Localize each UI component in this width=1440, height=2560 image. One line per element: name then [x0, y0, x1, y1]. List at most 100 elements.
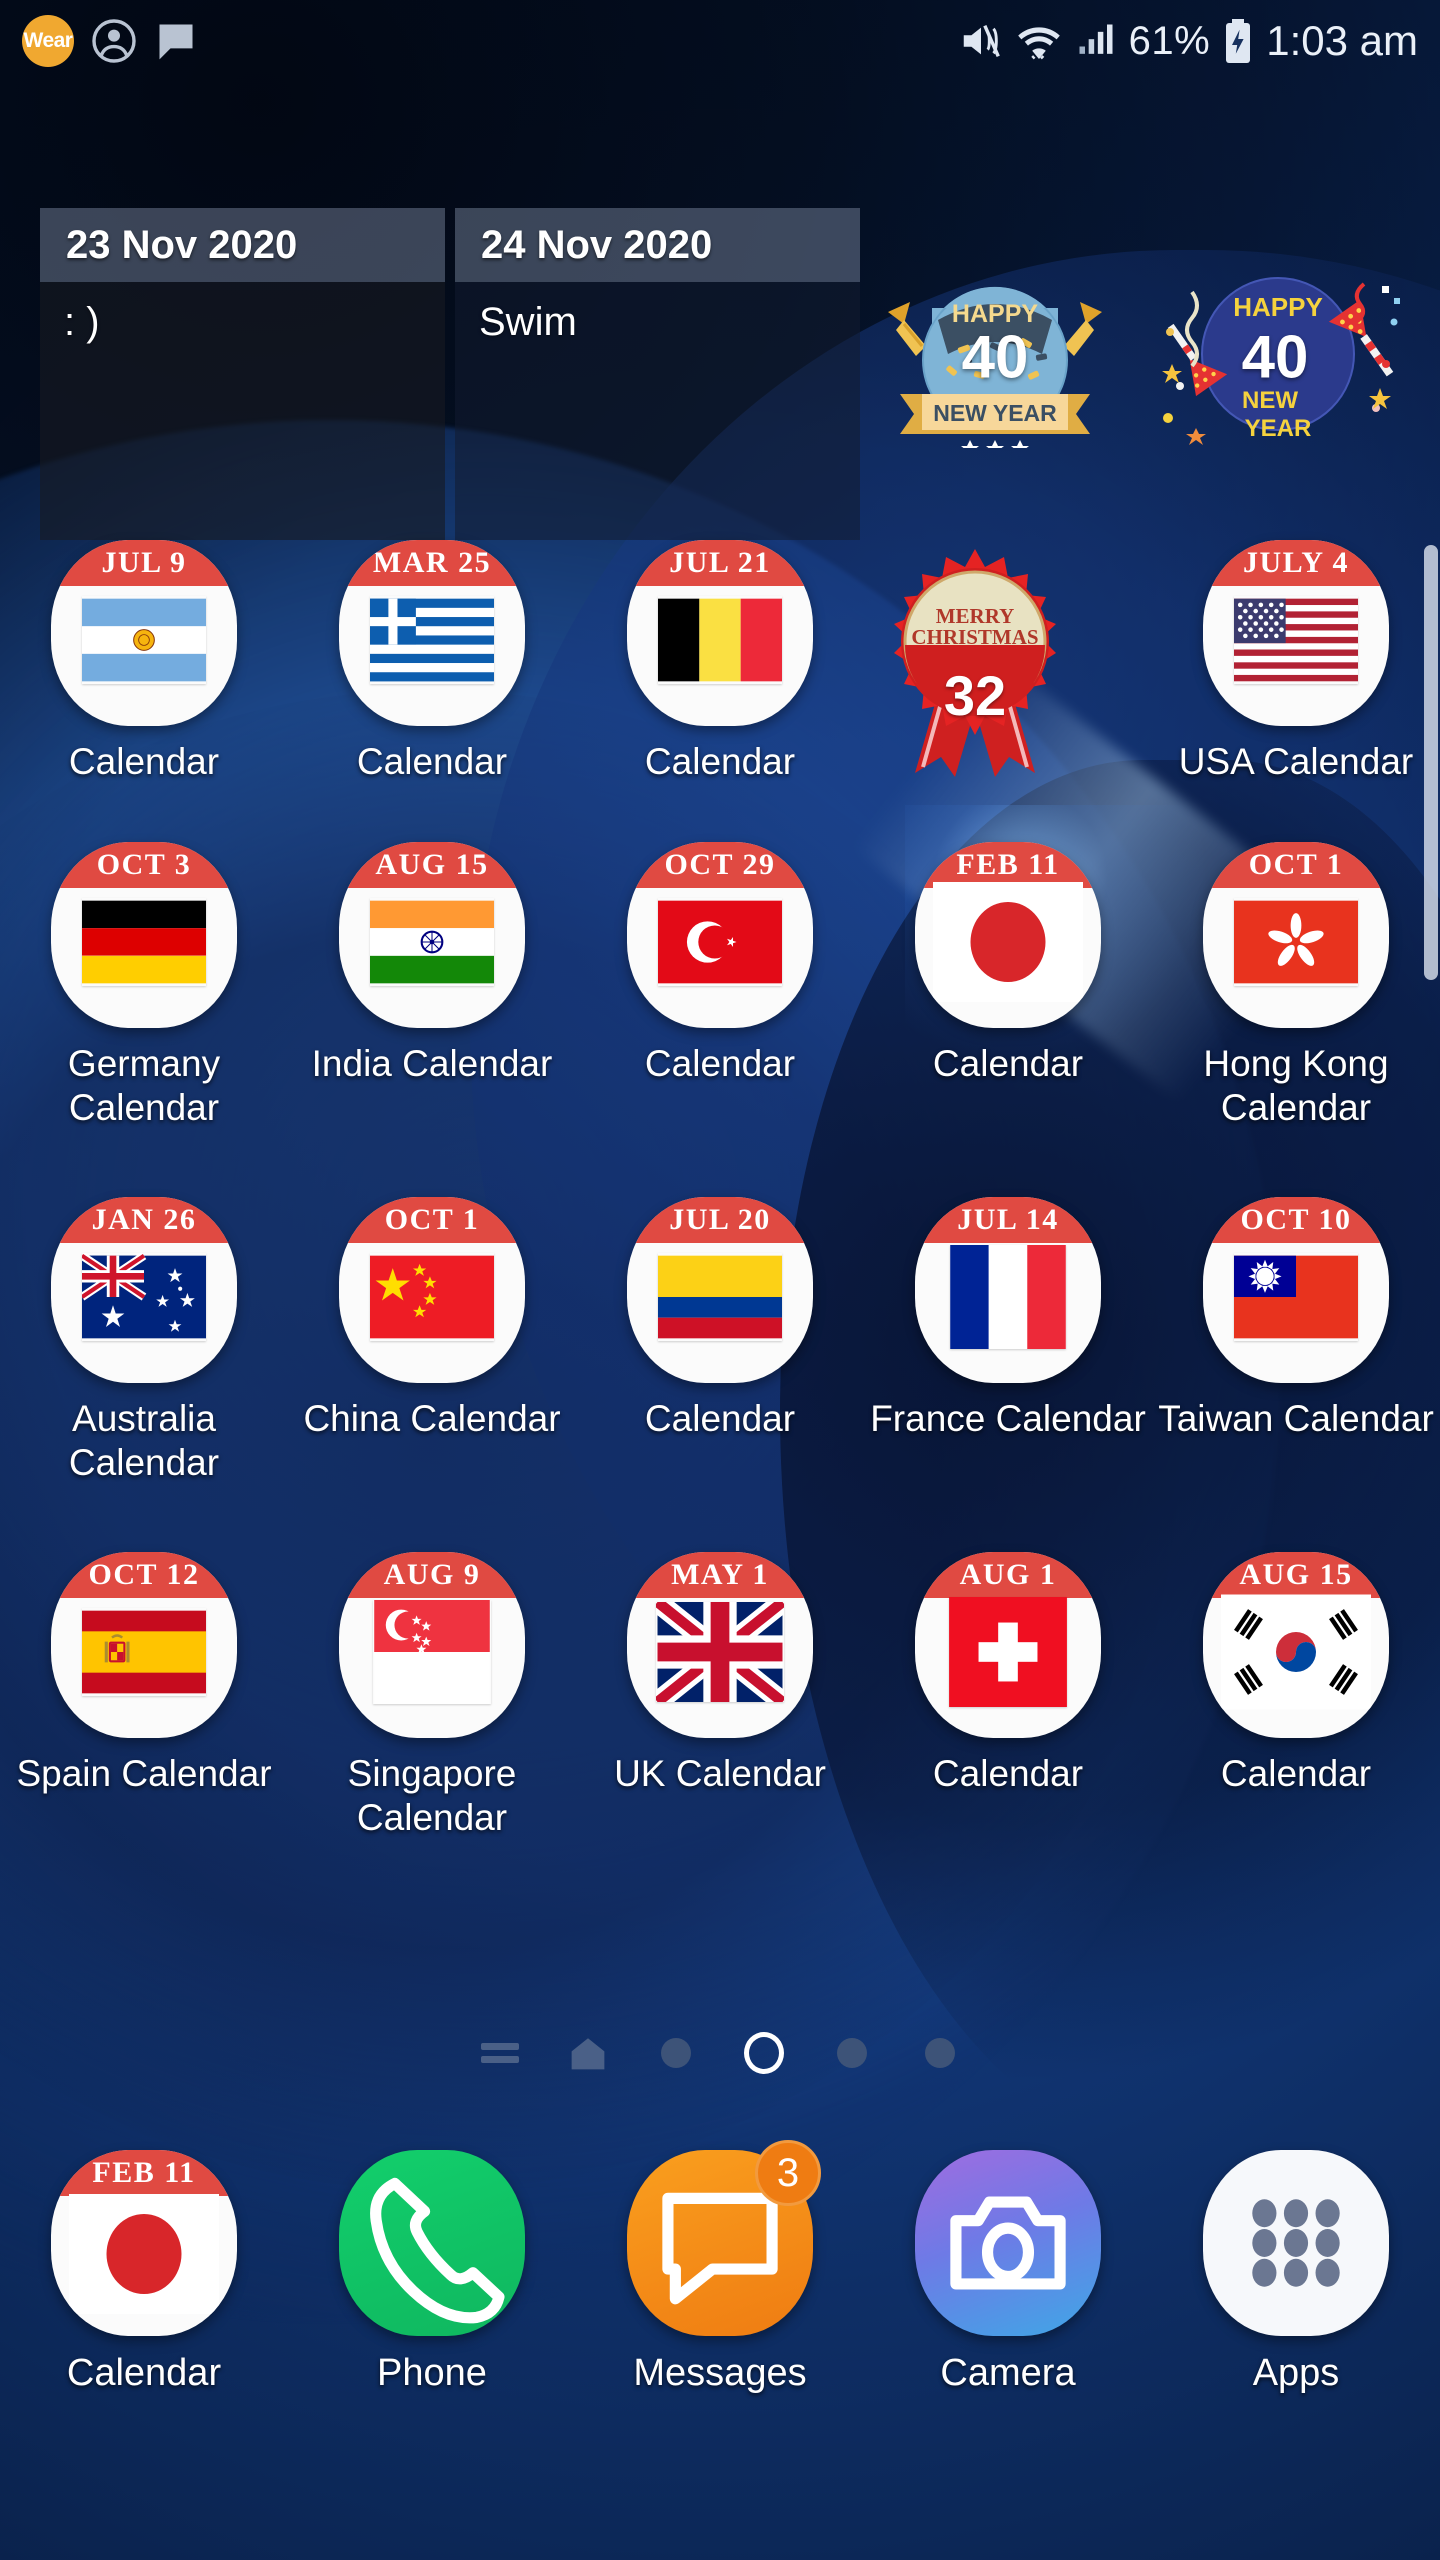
flag-japan-icon — [69, 2194, 219, 2315]
calendar-icon[interactable]: AUG 9 — [339, 1552, 525, 1738]
calendar-icon[interactable]: JUL 9 — [51, 540, 237, 726]
calendar-icon[interactable]: JAN 26 — [51, 1197, 237, 1383]
dock-item-phone[interactable]: Phone — [288, 2150, 576, 2395]
app-icon-taiwan-calendar[interactable]: OCT 10 Taiwan Calendar — [1152, 1197, 1440, 1552]
flag-argentina-icon — [82, 596, 206, 684]
flag-switzerland-icon — [949, 1597, 1067, 1708]
page-dot-current[interactable] — [744, 2032, 784, 2074]
calendar-icon[interactable]: OCT 1 — [339, 1197, 525, 1383]
page-dot-3[interactable] — [832, 2033, 872, 2073]
status-bar[interactable]: Wear 61% 1:03 am — [0, 0, 1440, 82]
app-label: UK Calendar — [614, 1753, 826, 1794]
messages-icon[interactable]: 3 — [627, 2140, 821, 2336]
calendar-icon[interactable]: FEB 11 — [915, 842, 1101, 1028]
note-widget-2[interactable]: 24 Nov 2020 Swim — [455, 208, 860, 540]
flag-greece-icon — [370, 596, 494, 684]
happy-new-year-confetti-widget[interactable]: HAPPY NEW YEAR 40 — [1150, 268, 1400, 453]
app-label: Calendar — [1220, 1753, 1372, 1794]
flag-taiwan-icon — [1234, 1253, 1358, 1341]
page-scrollbar[interactable] — [1424, 545, 1438, 980]
app-icon-usa-calendar[interactable]: JULY 4 USA Calendar — [1152, 540, 1440, 842]
calendar-date: AUG 15 — [1239, 1558, 1353, 1591]
calendar-icon[interactable]: AUG 1 — [915, 1552, 1101, 1738]
note-widget-2-body[interactable]: Swim — [455, 282, 860, 540]
app-label: Singapore Calendar — [347, 1753, 517, 1838]
flag-belgium-icon — [658, 596, 782, 684]
calendar-icon[interactable]: AUG 15 — [339, 842, 525, 1028]
app-icon-uk-calendar[interactable]: MAY 1 UK Calendar — [576, 1552, 864, 1907]
dock-item-calendar[interactable]: FEB 11 Calendar — [0, 2150, 288, 2395]
app-icon-colombia-calendar[interactable]: JUL 20 Calendar — [576, 1197, 864, 1552]
messages-badge-count: 3 — [755, 2140, 821, 2206]
note-widget-2-date: 24 Nov 2020 — [481, 222, 713, 267]
note-widget-1-date-header: 23 Nov 2020 — [40, 208, 445, 282]
app-icon-belgium-calendar[interactable]: JUL 21 Calendar — [576, 540, 864, 842]
dock-item-camera[interactable]: Camera — [864, 2150, 1152, 2395]
calendar-date: JAN 26 — [91, 1203, 197, 1236]
ny1-count: 40 — [961, 323, 1029, 391]
calendar-icon[interactable]: OCT 3 — [51, 842, 237, 1028]
app-icon-germany-calendar[interactable]: OCT 3 Germany Calendar — [0, 842, 288, 1197]
app-icon-singapore-calendar[interactable]: AUG 9 Singapore Calendar — [288, 1552, 576, 1907]
dock-item-messages[interactable]: 3 Messages — [576, 2140, 864, 2395]
dock-item-apps[interactable]: Apps — [1152, 2150, 1440, 2395]
app-icon-japan-calendar[interactable]: FEB 11 Calendar — [864, 842, 1152, 1197]
flag-uk-icon — [656, 1602, 784, 1703]
flag-japan-icon — [933, 882, 1083, 1003]
app-icon-spain-calendar[interactable]: OCT 12 Spain Calendar — [0, 1552, 288, 1907]
wifi-icon — [1015, 17, 1063, 65]
lines-icon[interactable] — [480, 2033, 520, 2073]
dock-label: Calendar — [66, 2352, 222, 2394]
calendar-icon[interactable]: OCT 29 — [627, 842, 813, 1028]
calendar-icon[interactable]: OCT 10 — [1203, 1197, 1389, 1383]
calendar-icon[interactable]: MAY 1 — [627, 1552, 813, 1738]
phone-icon[interactable] — [339, 2150, 525, 2336]
dock-label: Apps — [1252, 2352, 1340, 2394]
ny1-newyear-text: NEW YEAR — [933, 400, 1057, 426]
calendar-icon[interactable]: OCT 12 — [51, 1552, 237, 1738]
page-indicator — [0, 2022, 1440, 2084]
apps-grid-icon[interactable] — [1203, 2150, 1389, 2336]
note-widget-1[interactable]: 23 Nov 2020 : ) — [40, 208, 445, 540]
calendar-icon[interactable]: MAR 25 — [339, 540, 525, 726]
app-icon-southkorea-calendar[interactable]: AUG 15 Calendar — [1152, 1552, 1440, 1907]
calendar-icon[interactable]: JUL 14 — [915, 1197, 1101, 1383]
calendar-date: JUL 14 — [957, 1203, 1059, 1236]
calendar-date: JUL 9 — [101, 546, 187, 579]
app-label: Germany Calendar — [67, 1043, 221, 1128]
app-icon-china-calendar[interactable]: OCT 1 China Calendar — [288, 1197, 576, 1552]
calendar-japan-icon[interactable]: FEB 11 — [51, 2150, 237, 2336]
home-icon[interactable] — [568, 2033, 608, 2073]
camera-icon[interactable] — [915, 2150, 1101, 2336]
flag-france-icon — [950, 1245, 1066, 1350]
app-label: France Calendar — [870, 1398, 1146, 1439]
calendar-date: MAR 25 — [372, 546, 492, 579]
app-icon-argentina-calendar[interactable]: JUL 9 Calendar — [0, 540, 288, 842]
note-widget-1-body[interactable]: : ) — [40, 282, 445, 540]
happy-new-year-ribbon-widget[interactable]: HAPPY NEW YEAR 40 — [870, 268, 1120, 456]
cellular-signal-icon — [1074, 19, 1118, 63]
page-dot-1[interactable] — [656, 2033, 696, 2073]
page-dot-4[interactable] — [920, 2033, 960, 2073]
app-icon-greece-calendar[interactable]: MAR 25 Calendar — [288, 540, 576, 842]
app-label: Calendar — [932, 1043, 1084, 1084]
app-icon-india-calendar[interactable]: AUG 15 India Calendar — [288, 842, 576, 1197]
app-icon-australia-calendar[interactable]: JAN 26 Australia Calendar — [0, 1197, 288, 1552]
calendar-date: JUL 20 — [669, 1203, 771, 1236]
app-icon-france-calendar[interactable]: JUL 14 France Calendar — [864, 1197, 1152, 1552]
flag-colombia-icon — [658, 1253, 782, 1341]
calendar-icon[interactable]: AUG 15 — [1203, 1552, 1389, 1738]
app-icon-turkey-calendar[interactable]: OCT 29 Calendar — [576, 842, 864, 1197]
calendar-icon[interactable]: OCT 1 — [1203, 842, 1389, 1028]
app-icon-switzerland-calendar[interactable]: AUG 1 Calendar — [864, 1552, 1152, 1907]
calendar-date: FEB 11 — [92, 2156, 196, 2189]
calendar-icon[interactable]: JUL 20 — [627, 1197, 813, 1383]
dock: FEB 11 Calendar Phone 3 Messages Camera … — [0, 2140, 1440, 2550]
calendar-icon[interactable]: JULY 4 — [1203, 540, 1389, 726]
flag-hongkong-icon — [1234, 898, 1358, 986]
calendar-icon[interactable]: JUL 21 — [627, 540, 813, 726]
app-icon-hongkong-calendar[interactable]: OCT 1 Hong Kong Calendar — [1152, 842, 1440, 1197]
ny2-count: 40 — [1241, 323, 1309, 391]
flag-australia-icon — [82, 1253, 206, 1341]
calendar-date: AUG 9 — [383, 1558, 481, 1591]
